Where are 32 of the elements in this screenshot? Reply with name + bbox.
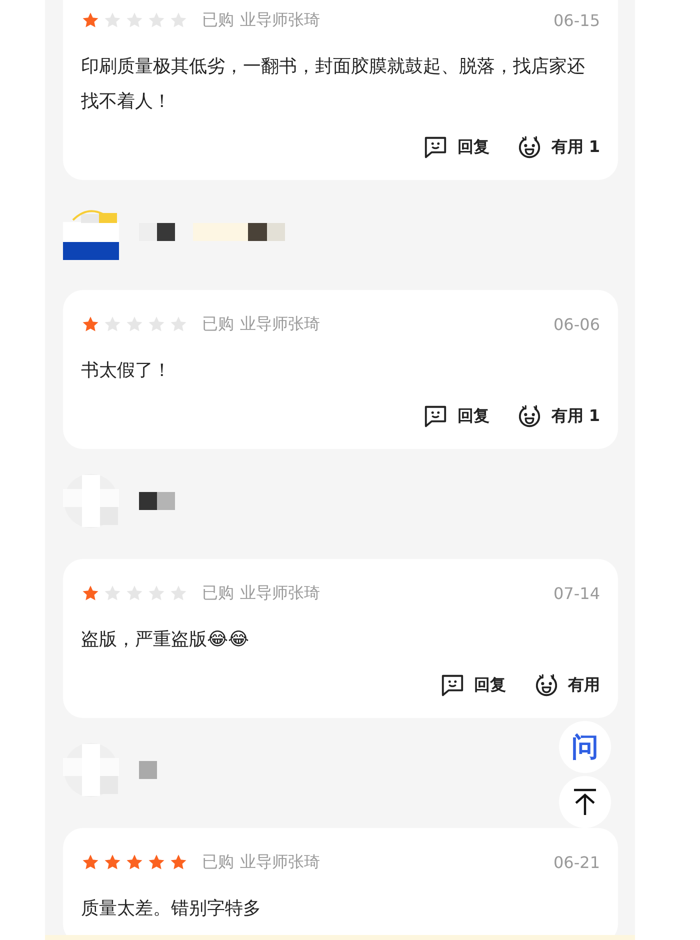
blurred-name-drawing <box>139 761 157 779</box>
reply-button[interactable]: 回复 <box>423 402 490 431</box>
review-date: 06-06 <box>554 314 600 334</box>
product-option: 业导师张琦 <box>240 10 320 30</box>
reply-button[interactable]: 回复 <box>423 133 490 162</box>
review-text: 印刷质量极其低劣，一翻书，封面胶膜就鼓起、脱落，找店家还找不着人！ <box>81 55 586 114</box>
useful-button[interactable]: 有用 1 <box>517 402 600 431</box>
purchase-label: 已购 <box>202 852 234 872</box>
review-date: 06-21 <box>554 852 600 872</box>
review-text: 书太假了！ <box>81 359 172 383</box>
product-option: 业导师张琦 <box>240 852 320 872</box>
chat-bubble-icon <box>423 135 448 160</box>
chat-bubble-icon <box>440 673 465 698</box>
review-date: 06-15 <box>554 10 600 30</box>
review-text: 质量太差。错别字特多 <box>81 897 262 921</box>
chat-bubble-icon <box>423 404 448 429</box>
product-option: 业导师张琦 <box>240 314 320 334</box>
purchase-label: 已购 <box>202 582 234 604</box>
review-date: 07-14 <box>554 584 600 602</box>
blurred-name-drawing <box>139 492 175 510</box>
reply-button[interactable]: 回复 <box>440 671 506 700</box>
purchase-label: 已购 <box>202 314 234 334</box>
ask-button[interactable]: 问 <box>559 721 611 773</box>
smiley-icon <box>517 135 542 160</box>
useful-button[interactable]: 有用 <box>534 671 600 700</box>
arrow-up-icon <box>571 788 599 816</box>
review-text: 盗版，严重盗版😂😂 <box>81 628 250 652</box>
useful-button[interactable]: 有用 1 <box>517 133 600 162</box>
product-option: 业导师张琦 <box>240 582 320 604</box>
smiley-icon <box>534 673 559 698</box>
purchase-label: 已购 <box>202 10 234 30</box>
smiley-icon <box>517 404 542 429</box>
